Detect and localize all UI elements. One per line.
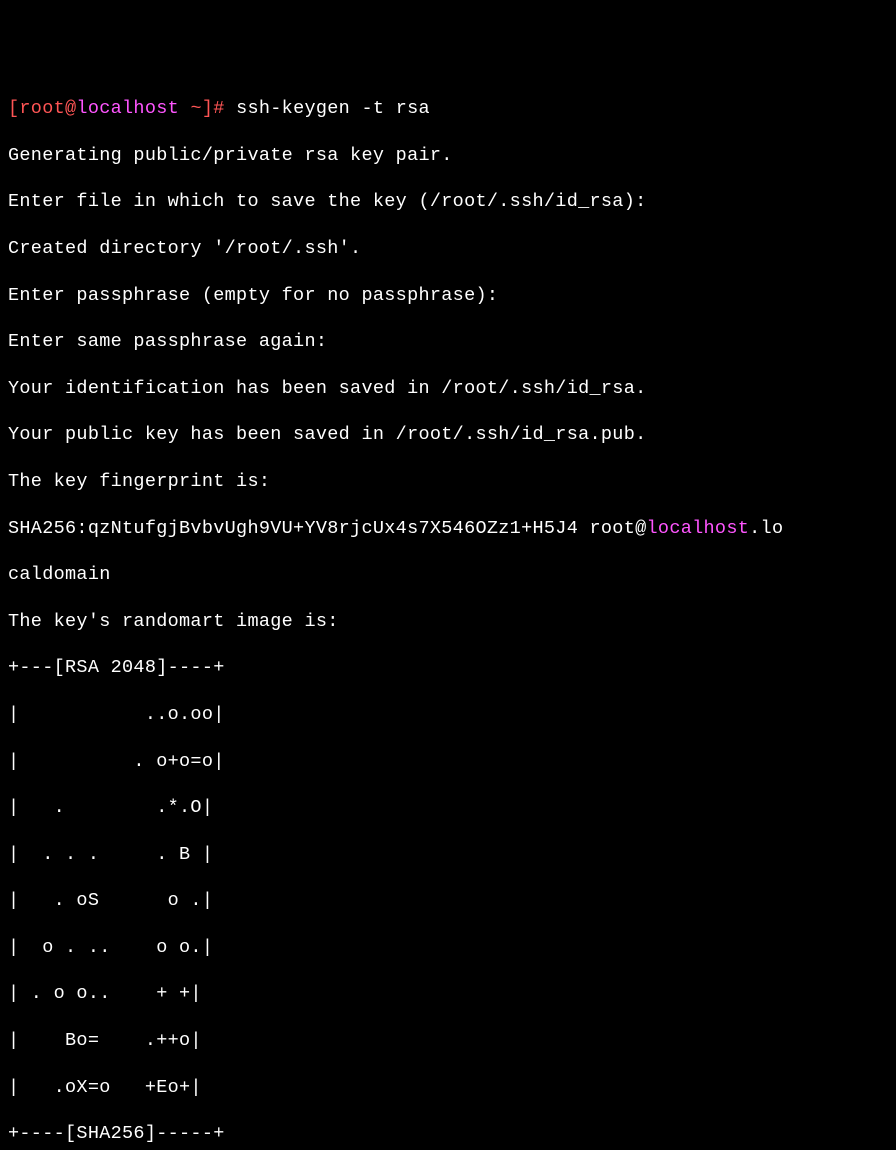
user: root (19, 98, 65, 119)
randomart-line: | Bo= .++o| (8, 1029, 888, 1052)
output-line: Your public key has been saved in /root/… (8, 423, 888, 446)
output-line: Enter file in which to save the key (/ro… (8, 190, 888, 213)
output-line: The key's randomart image is: (8, 610, 888, 633)
randomart-line: +----[SHA256]-----+ (8, 1122, 888, 1145)
command-text[interactable]: ssh-keygen -t rsa (236, 98, 430, 119)
at-sign: @ (65, 98, 76, 119)
output-line: The key fingerprint is: (8, 470, 888, 493)
fingerprint-line: SHA256:qzNtufgjBvbvUgh9VU+YV8rjcUx4s7X54… (8, 517, 888, 540)
randomart-line: | . oS o .| (8, 889, 888, 912)
randomart-line: | . o+o=o| (8, 750, 888, 773)
sha-prefix: SHA256:qzNtufgjBvbvUgh9VU+YV8rjcUx4s7X54… (8, 518, 647, 539)
output-line: Enter passphrase (empty for no passphras… (8, 284, 888, 307)
randomart-line: | .oX=o +Eo+| (8, 1076, 888, 1099)
randomart-line: | . . . . B | (8, 843, 888, 866)
randomart-line: | ..o.oo| (8, 703, 888, 726)
output-line: Enter same passphrase again: (8, 330, 888, 353)
prompt-close: ~]# (179, 98, 236, 119)
sha-host: localhost (647, 518, 750, 539)
output-line: Created directory '/root/.ssh'. (8, 237, 888, 260)
randomart-line: | o . .. o o.| (8, 936, 888, 959)
sha-suffix: .lo (749, 518, 783, 539)
hostname: localhost (76, 98, 179, 119)
randomart-line: | . .*.O| (8, 796, 888, 819)
randomart-line: +---[RSA 2048]----+ (8, 656, 888, 679)
prompt-line: [root@localhost ~]# ssh-keygen -t rsa (8, 97, 888, 120)
randomart-line: | . o o.. + +| (8, 982, 888, 1005)
output-line: Your identification has been saved in /r… (8, 377, 888, 400)
output-line: Generating public/private rsa key pair. (8, 144, 888, 167)
bracket-open: [ (8, 98, 19, 119)
